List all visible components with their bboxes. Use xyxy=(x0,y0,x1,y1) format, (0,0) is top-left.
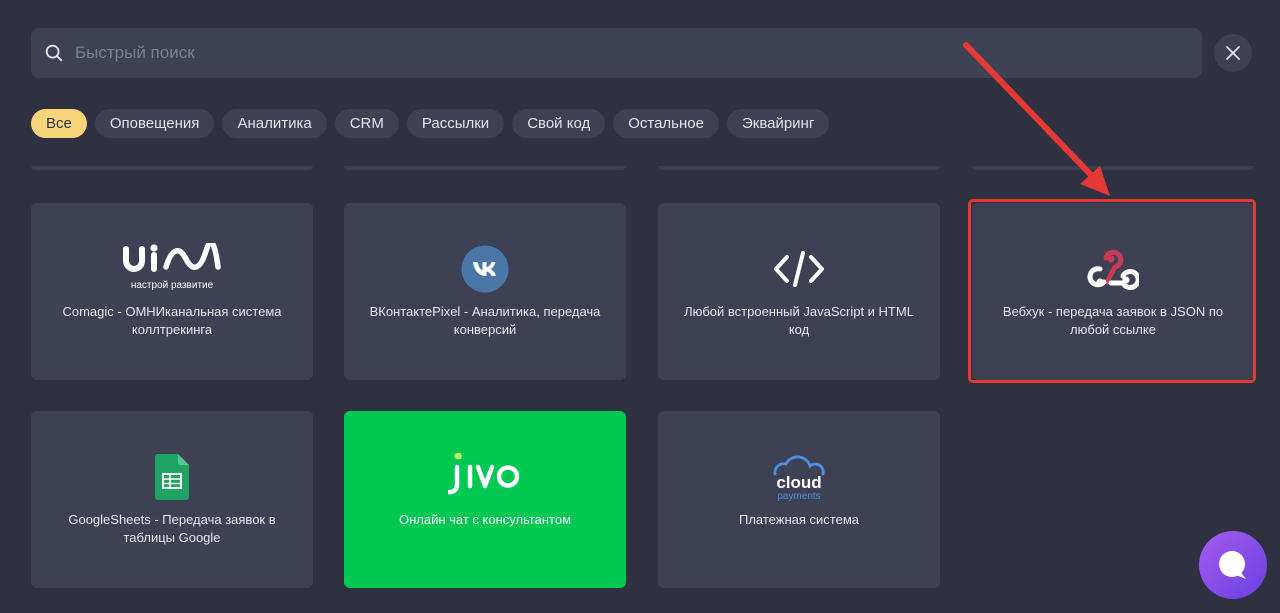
svg-text:cloud: cloud xyxy=(776,473,821,492)
card-label: ВКонтактеPixel - Аналитика, передача кон… xyxy=(369,304,601,337)
card-label: GoogleSheets - Передача заявок в таблицы… xyxy=(68,512,276,545)
filter-crm[interactable]: CRM xyxy=(334,109,399,138)
filter-all[interactable]: Все xyxy=(31,109,87,138)
filter-notifications[interactable]: Оповещения xyxy=(94,109,215,138)
card-label: Comagic - ОМНИканальная система коллтрек… xyxy=(62,304,282,337)
cloudpayments-logo: cloud payments xyxy=(658,449,940,505)
card-edge xyxy=(972,166,1254,170)
filter-acquiring[interactable]: Эквайринг xyxy=(726,109,830,138)
vk-logo xyxy=(344,241,626,297)
search-bar[interactable] xyxy=(31,27,1202,79)
filter-analytics[interactable]: Аналитика xyxy=(222,109,327,138)
webhook-icon xyxy=(972,241,1254,297)
integration-card-webhook[interactable]: Вебхук - передача заявок в JSON по любой… xyxy=(972,203,1254,380)
svg-text:настрой развитие: настрой развитие xyxy=(131,280,214,291)
filter-custom-code[interactable]: Свой код xyxy=(512,109,606,138)
chat-button[interactable] xyxy=(1199,531,1267,599)
card-label: Вебхук - передача заявок в JSON по любой… xyxy=(1002,304,1224,337)
card-edge xyxy=(31,166,313,170)
chat-icon xyxy=(1219,551,1246,579)
card-label: Онлайн чат с консультантом xyxy=(398,512,572,527)
filter-chips: Все Оповещения Аналитика CRM Рассылки Св… xyxy=(31,109,830,138)
filter-mailings[interactable]: Рассылки xyxy=(406,109,505,138)
integration-card-vk-pixel[interactable]: ВКонтактеPixel - Аналитика, передача кон… xyxy=(344,203,626,380)
uis-logo: настрой развитие xyxy=(31,241,313,297)
jivo-logo xyxy=(344,449,626,505)
filter-other[interactable]: Остальное xyxy=(613,109,719,138)
code-icon xyxy=(658,241,940,297)
google-sheets-icon xyxy=(31,449,313,505)
integration-card-custom-code[interactable]: Любой встроенный JavaScript и HTML код xyxy=(658,203,940,380)
integration-card-comagic[interactable]: настрой развитие Comagic - ОМНИканальная… xyxy=(31,203,313,380)
integration-card-cloudpayments[interactable]: cloud payments Платежная система xyxy=(658,411,940,588)
close-icon xyxy=(1226,46,1240,60)
search-input[interactable] xyxy=(73,27,1202,79)
card-edge xyxy=(344,166,626,170)
svg-text:payments: payments xyxy=(777,491,820,502)
integration-card-jivo[interactable]: Онлайн чат с консультантом xyxy=(344,411,626,588)
close-button[interactable] xyxy=(1214,34,1252,72)
card-label: Платежная система xyxy=(739,512,859,527)
card-label: Любой встроенный JavaScript и HTML код xyxy=(684,304,914,337)
integration-card-google-sheets[interactable]: GoogleSheets - Передача заявок в таблицы… xyxy=(31,411,313,588)
card-edge xyxy=(658,166,940,170)
search-icon xyxy=(45,44,63,62)
